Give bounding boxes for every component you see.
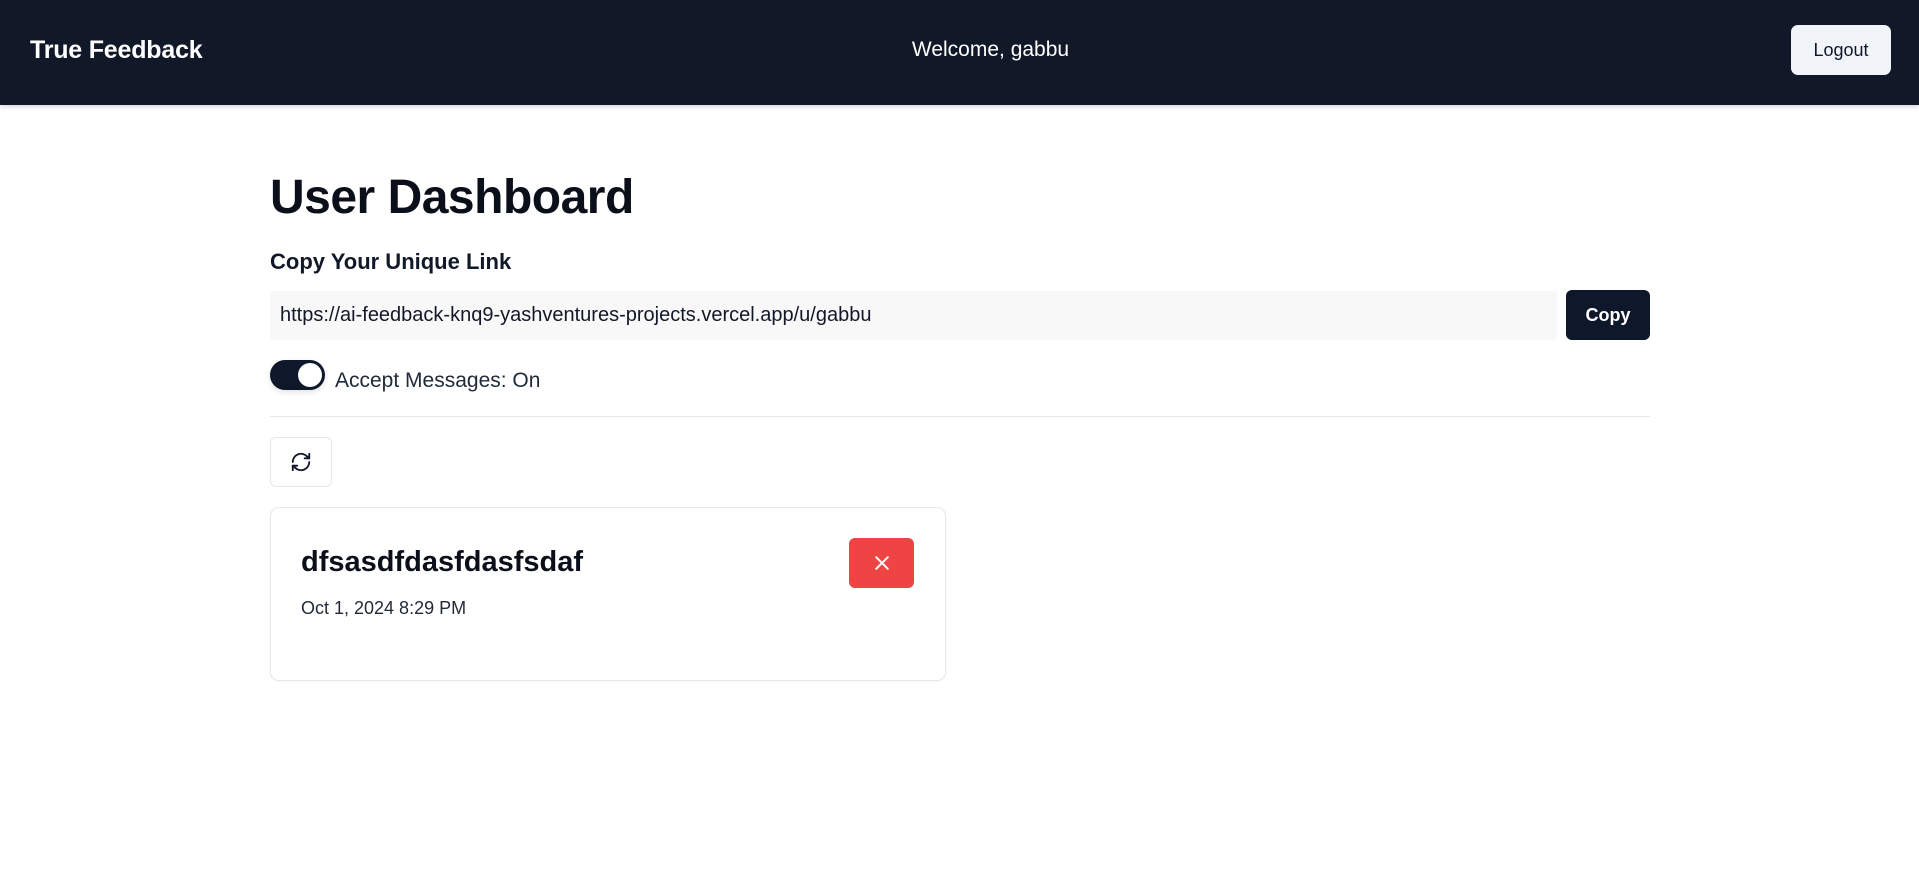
toggle-thumb	[298, 363, 322, 387]
page-title: User Dashboard	[270, 171, 634, 224]
section-divider	[270, 416, 1650, 417]
unique-link-input[interactable]	[270, 291, 1557, 340]
navbar: True Feedback Welcome, gabbu Logout	[0, 0, 1919, 105]
delete-message-button[interactable]	[849, 538, 914, 588]
accept-messages-toggle[interactable]	[270, 360, 325, 390]
message-content: dfsasdfdasfdasfsdaf	[301, 546, 584, 578]
message-timestamp: Oct 1, 2024 8:29 PM	[301, 598, 467, 618]
copy-link-button[interactable]: Copy	[1566, 290, 1650, 340]
refresh-icon	[290, 451, 312, 473]
welcome-message: Welcome, gabbu	[911, 38, 1070, 61]
close-icon	[872, 553, 892, 573]
unique-link-heading: Copy Your Unique Link	[270, 249, 512, 274]
refresh-messages-button[interactable]	[270, 437, 332, 487]
logout-button[interactable]: Logout	[1791, 25, 1891, 75]
message-card: dfsasdfdasfdasfsdaf Oct 1, 2024 8:29 PM	[270, 507, 946, 681]
accept-messages-label: Accept Messages: On	[335, 369, 541, 392]
